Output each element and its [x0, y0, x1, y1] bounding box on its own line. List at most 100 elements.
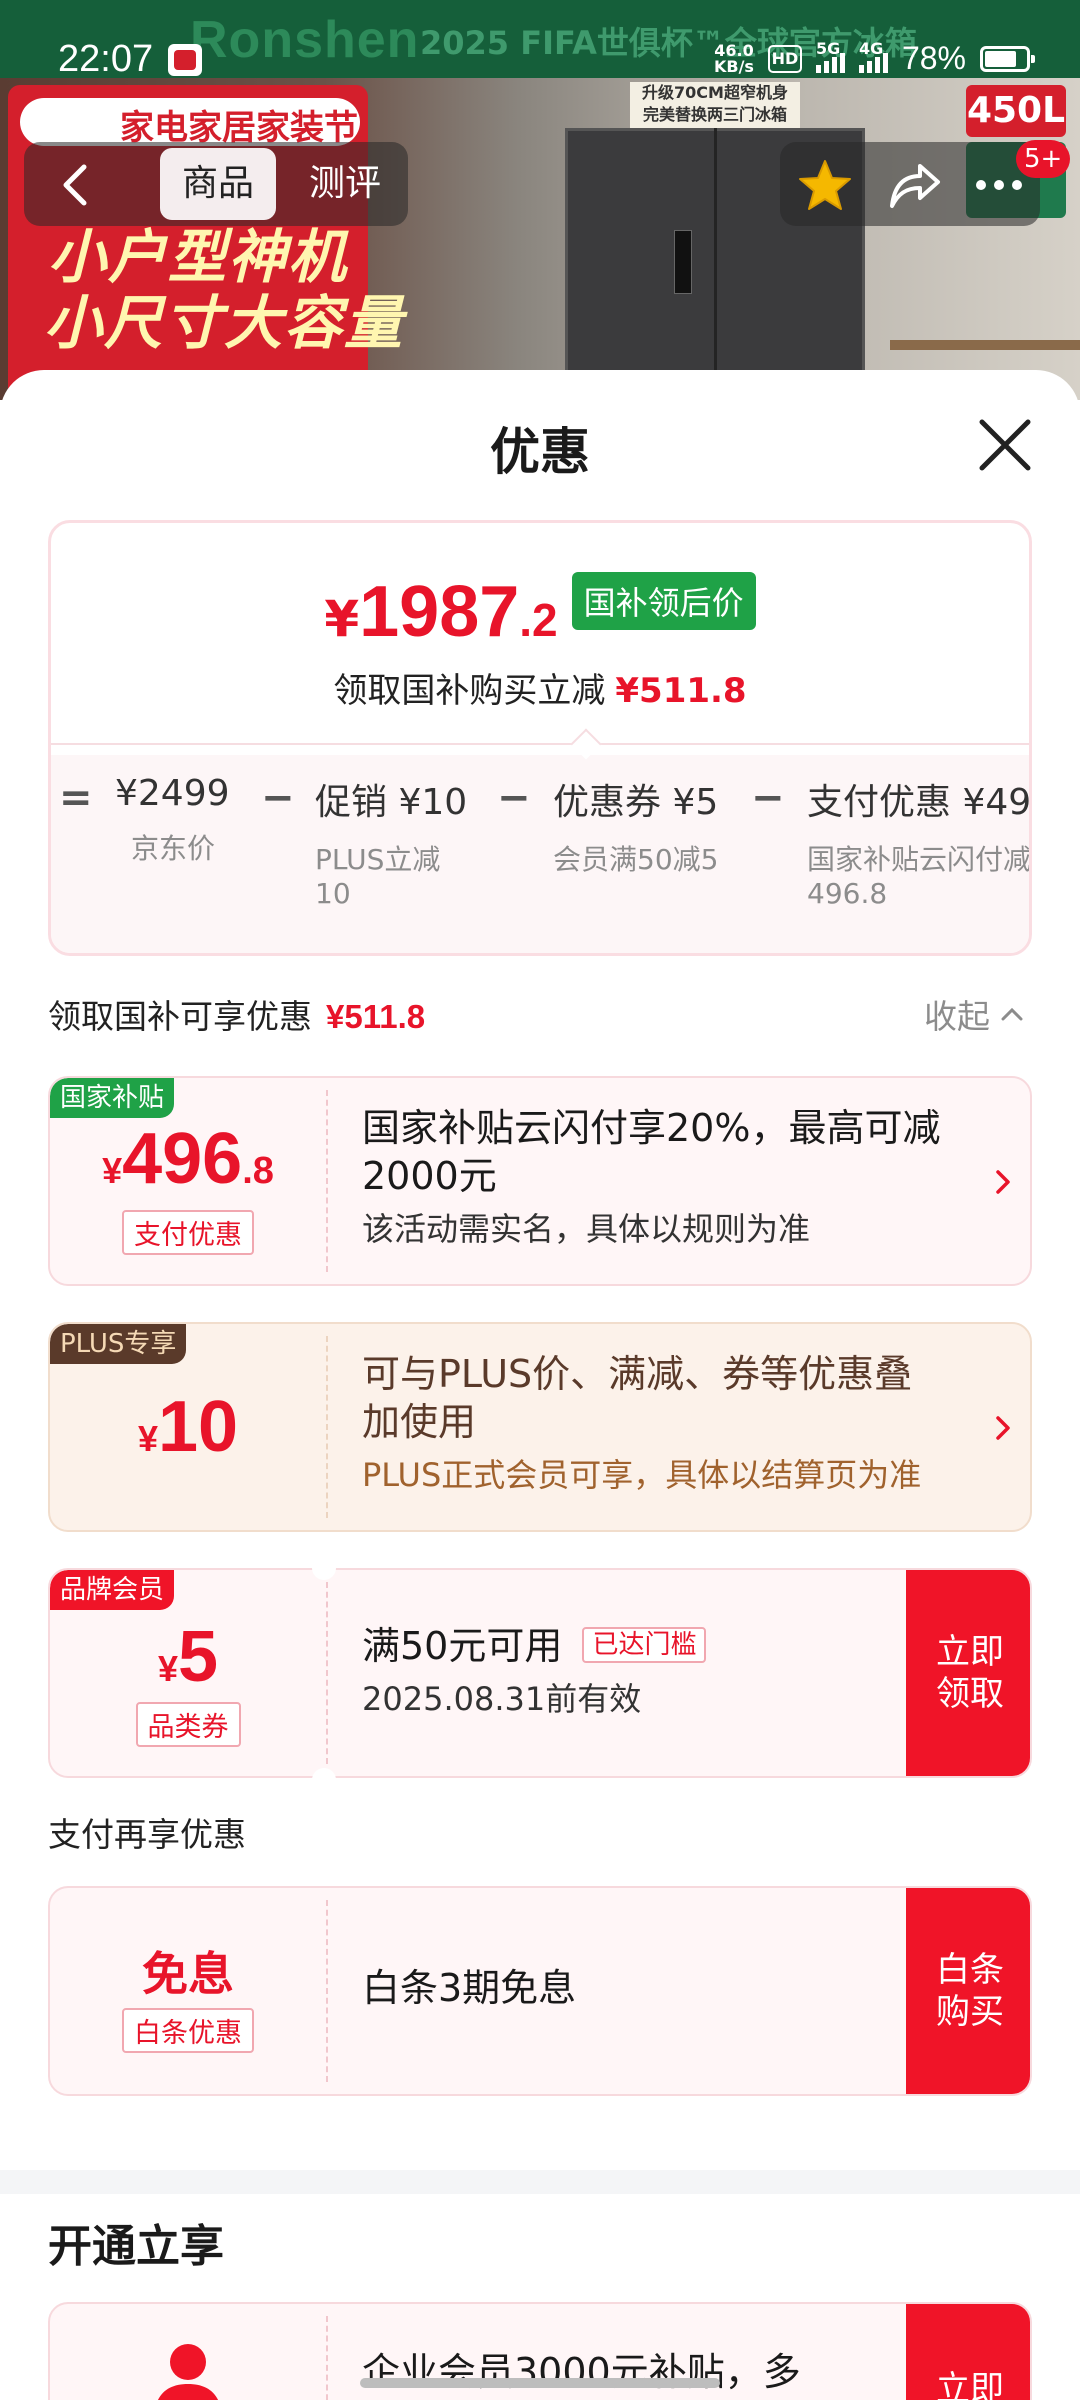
final-price: ¥1987.2 国补领后价 — [51, 571, 1029, 653]
coupon-amount-dec: .8 — [242, 1150, 274, 1192]
coupon-title: 国家补贴云闪付享20%，最高可减2000元 — [362, 1106, 941, 1198]
coupon-value: 免息 白条优惠 — [50, 1888, 326, 2094]
sheet-title: 优惠 — [490, 423, 590, 481]
threshold-badge: 已达门槛 — [582, 1627, 707, 1663]
coupon-national-subsidy[interactable]: 国家补贴 ¥496.8 支付优惠 国家补贴云闪付享20%，最高可减2000元 该… — [48, 1076, 1032, 1286]
signal-4g-icon: 4G — [858, 39, 888, 73]
baitiao-buy-button[interactable]: 白条购买 — [906, 1888, 1030, 2094]
price-breakdown[interactable]: = ¥2499 京东价 − 促销 ¥10 PLUS立减 10 − 优惠券 ¥5 … — [51, 755, 1032, 953]
coupon-divider — [326, 1090, 328, 1272]
coupon-title-row: 满50元可用 已达门槛 — [362, 1622, 882, 1670]
fridge-label: 升级70CM超窄机身 完美替换两三门冰箱 — [630, 82, 800, 128]
equals-sign: = — [59, 775, 93, 821]
coupon-chip-label: 白条优惠 — [122, 2008, 254, 2053]
close-icon[interactable] — [976, 416, 1034, 474]
divider — [51, 743, 1029, 745]
poster-headline-2: 小尺寸大容量 — [44, 289, 405, 357]
section-title: 支付再享优惠 — [48, 1815, 246, 1854]
price-decimal: .2 — [519, 594, 558, 646]
capacity-tag: 450L — [966, 85, 1066, 137]
coupon-body: 满50元可用 已达门槛 2025.08.31前有效 — [362, 1622, 882, 1720]
breakdown-sub: PLUS立减 10 — [315, 841, 467, 913]
coupon-body: 企业会员3000元补贴，多 — [362, 2348, 882, 2396]
coupon-chip-label: 支付优惠 — [122, 1210, 254, 1255]
breakdown-sub-line: 国家补贴云闪付减 — [807, 843, 1032, 876]
breakdown-item: ¥2499 京东价 — [115, 773, 230, 868]
open-now-label: 立即 — [935, 2369, 1004, 2400]
favorite-button[interactable] — [790, 150, 860, 220]
coupon-body: 可与PLUS价、满减、券等优惠叠加使用 PLUS正式会员可享，具体以结算页为准 — [362, 1350, 942, 1496]
coupon-cutout — [312, 1768, 336, 1792]
tab-goods[interactable]: 商品 — [160, 148, 276, 220]
more-dot — [976, 180, 986, 190]
breakdown-main: ¥2499 — [115, 773, 230, 814]
battery-percent: 78% — [901, 40, 966, 76]
star-icon — [799, 160, 851, 210]
breakdown-sub: 京东价 — [131, 832, 216, 865]
coupon-chip: 白条优惠 — [50, 2008, 326, 2053]
coupon-currency: ¥ — [102, 1150, 123, 1191]
status-indicators: 46.0 KB/s HD 5G 4G 78% — [713, 39, 1035, 77]
chevron-right-icon — [996, 1170, 1010, 1194]
home-indicator[interactable] — [360, 2378, 720, 2388]
back-button[interactable] — [40, 150, 110, 220]
chevron-right-icon — [996, 1416, 1010, 1440]
fridge-label-line-2: 完美替换两三门冰箱 — [642, 105, 787, 124]
breakdown-main: 支付优惠 ¥49 — [807, 782, 1032, 823]
coupon-amount-int: 496 — [122, 1119, 243, 1199]
section-title-text: 领取国补可享优惠 — [48, 997, 312, 1036]
breakdown-sub: 国家补贴云闪付减 496.8 — [807, 841, 1032, 913]
chevron-left-icon — [63, 164, 87, 206]
coupon-plus[interactable]: PLUS专享 ¥10 可与PLUS价、满减、券等优惠叠加使用 PLUS正式会员可… — [48, 1322, 1032, 1532]
coupon-value: 国家补贴 ¥496.8 支付优惠 — [50, 1078, 326, 1284]
coupon-value: PLUS专享 ¥10 — [50, 1324, 326, 1530]
open-section-title: 开通立享 — [48, 2221, 224, 2272]
breakdown-item: 优惠券 ¥5 会员满50减5 — [553, 773, 718, 879]
coupon-corner-tag: 品牌会员 — [50, 1570, 175, 1610]
fridge-label-line-1: 升级70CM超窄机身 — [642, 83, 788, 102]
coupon-baitiao: 免息 白条优惠 白条3期免息 白条购买 — [48, 1886, 1032, 2096]
share-button[interactable] — [880, 150, 950, 220]
coupon-body: 白条3期免息 — [362, 1964, 962, 2012]
coupon-value — [50, 2304, 326, 2400]
price-sub-text: 领取国补购买立减 — [333, 671, 606, 711]
chevron-up-icon — [1001, 1007, 1023, 1021]
breakdown-item: 促销 ¥10 PLUS立减 10 — [315, 773, 467, 913]
coupon-chip-label: 品类券 — [135, 1702, 241, 1747]
breakdown-item: 支付优惠 ¥49 国家补贴云闪付减 496.8 — [807, 773, 1032, 913]
coupon-currency: ¥ — [157, 1648, 178, 1689]
minus-sign: − — [497, 775, 531, 821]
coupon-chip: 支付优惠 — [50, 1210, 326, 1255]
coupon-divider — [326, 1336, 328, 1518]
net-speed-unit: KB/s — [713, 56, 754, 76]
user-icon — [158, 2344, 218, 2400]
coupon-corner-tag: 国家补贴 — [50, 1078, 175, 1118]
coupon-main-text: 免息 — [142, 1948, 234, 2000]
coupon-divider — [326, 2316, 328, 2400]
minus-sign: − — [751, 775, 785, 821]
section-gap — [0, 2170, 1080, 2194]
coupon-amount: ¥496.8 — [50, 1118, 326, 1200]
price-currency: ¥ — [324, 590, 360, 648]
coupon-amount-int: 10 — [157, 1387, 239, 1467]
breakdown-sub-line: PLUS立减 — [315, 843, 441, 876]
open-now-button[interactable]: 立即 — [906, 2304, 1030, 2400]
section-amount: ¥511.8 — [326, 998, 426, 1035]
coupon-body: 国家补贴云闪付享20%，最高可减2000元 该活动需实名，具体以规则为准 — [362, 1104, 942, 1250]
fridge-door-gap — [714, 128, 717, 400]
coupon-expiry: 2025.08.31前有效 — [362, 1680, 642, 1718]
claim-coupon-button[interactable]: 立即领取 — [906, 1570, 1030, 1776]
app-notification-icon — [168, 44, 202, 76]
price-sub-amount: ¥511.8 — [615, 671, 747, 711]
hd-icon: HD — [767, 44, 802, 73]
coupon-amount-int: 5 — [177, 1617, 219, 1697]
coupon-title: 企业会员3000元补贴，多 — [362, 2350, 801, 2394]
collapse-button[interactable]: 收起 — [924, 990, 1024, 1038]
coupon-divider — [326, 1900, 328, 2082]
coupon-divider — [326, 1582, 328, 1764]
collapse-label: 收起 — [924, 997, 990, 1036]
price-subtitle: 领取国补购买立减 ¥511.8 — [51, 663, 1029, 712]
tab-review[interactable]: 测评 — [295, 148, 395, 220]
coupon-value: 品牌会员 ¥5 品类券 — [50, 1570, 326, 1776]
signal-4g-label: 4G — [858, 38, 884, 58]
